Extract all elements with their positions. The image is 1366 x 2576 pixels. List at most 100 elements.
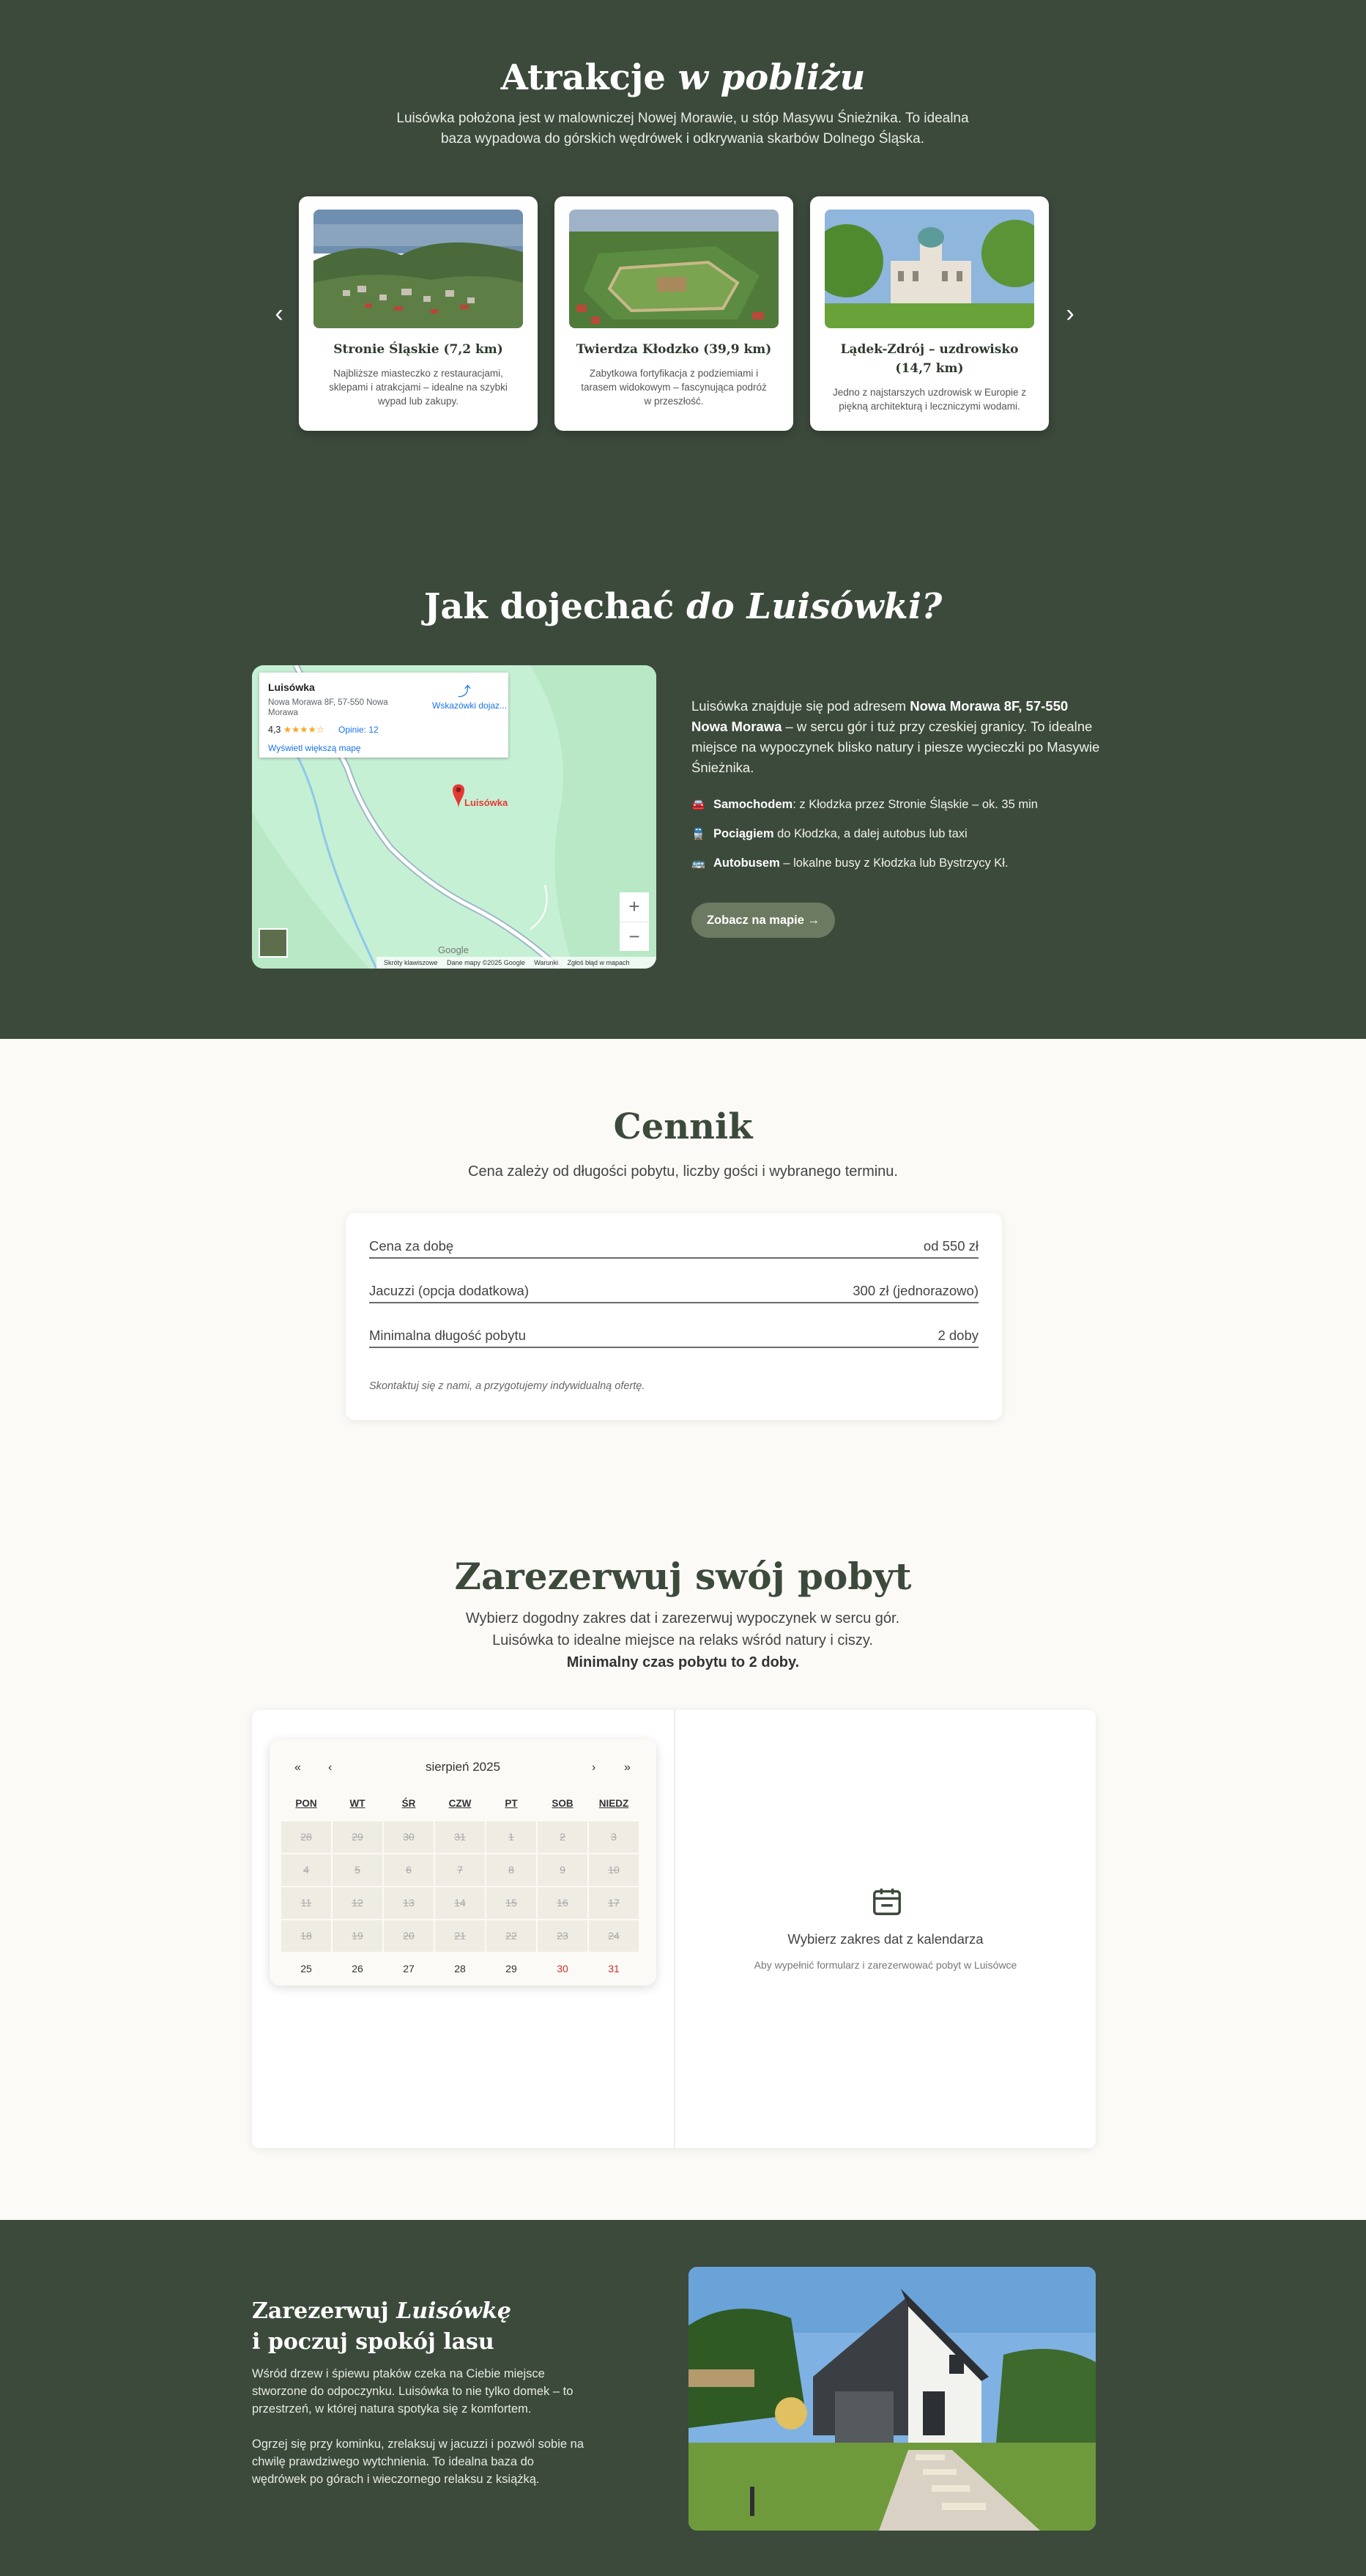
attraction-desc: Najbliższe miasteczko z restauracjami, s… — [329, 368, 508, 407]
booking-subtitle-line-2: Luisówka to idealne miejsce na relaks wś… — [492, 1632, 873, 1648]
transport-label: Samochodem — [713, 798, 793, 811]
weekday-label: SOB — [552, 1798, 574, 1809]
map-footer-data: Dane mapy ©2025 Google — [447, 959, 525, 966]
transport-car: 🚘 Samochodem: z Kłodzka przez Stronie Ślą… — [691, 796, 1102, 814]
pricing-title: Cennik — [613, 1106, 753, 1147]
attraction-desc: Jedno z najstarszych uzdrowisk w Europie… — [832, 387, 1027, 412]
transport-text: do Kłodzka, a dalej autobus lub taxi — [773, 827, 968, 840]
transport-label: Pociągiem — [713, 827, 774, 840]
carousel-next-button[interactable]: › — [1059, 299, 1081, 328]
map-footer-report[interactable]: Zgłoś błąd w mapach — [567, 959, 629, 966]
train-icon: 🚆 — [691, 828, 705, 840]
attraction-card-klodzko[interactable]: Twierdza Kłodzko (39,9 km) Zabytkowa for… — [554, 196, 793, 431]
attraction-card-stronie[interactable]: Stronie Śląskie (7,2 km) Najbliższe mias… — [299, 196, 538, 431]
pricing-subtitle: Cena zależy od długości pobytu, liczby g… — [468, 1163, 898, 1180]
attractions-title-em: w pobliżu — [678, 57, 866, 98]
weekday-label: PON — [295, 1798, 317, 1809]
chevron-right-icon: › — [1066, 300, 1074, 327]
embedded-map[interactable]: Luisówka Luisówka Nowa Morawa 8F, 57-550… — [252, 665, 656, 969]
map-pin-label: Luisówka — [464, 797, 508, 808]
map-rating: 4,3 ★★★★☆ — [268, 724, 324, 735]
cta-section: Zarezerwuj Luisówkę i poczuj spokój lasu… — [0, 2220, 1366, 2576]
map-zoom-out-button[interactable]: − — [620, 922, 649, 951]
price-value: 300 zł (jednorazowo) — [853, 1283, 979, 1298]
view-on-map-button[interactable]: Zobacz na mapie → — [691, 903, 835, 938]
weekday-label: CZW — [448, 1798, 472, 1809]
calendar-day: 10 — [589, 1854, 639, 1886]
calendar-day[interactable]: 25 — [281, 1953, 331, 1985]
booking-min-stay: Minimalny czas pobytu to 2 doby. — [566, 1654, 800, 1670]
map-place-name: Luisówka — [268, 681, 315, 693]
attractions-section: Atrakcje w pobliżu Luisówka położona jes… — [0, 0, 1366, 1039]
map-footer-shortcuts[interactable]: Skróty klawiszowe — [384, 959, 438, 966]
attractions-title-main: Atrakcje — [500, 57, 666, 98]
attractions-title: Atrakcje w pobliżu — [0, 57, 1366, 98]
map-footer-terms[interactable]: Warunki — [534, 959, 558, 966]
calendar-day: 19 — [333, 1920, 382, 1952]
calendar-next-year-button[interactable]: » — [624, 1761, 631, 1774]
booking-divider — [674, 1710, 675, 2148]
attraction-image-klodzko — [569, 210, 779, 328]
calendar-day: 16 — [538, 1887, 587, 1919]
cta-title-em: Luisówkę — [396, 2298, 512, 2324]
calendar-day: 28 — [281, 1821, 331, 1853]
calendar-icon — [873, 1888, 901, 1915]
directions-text: Luisówka znajduje się pod adresem Nowa M… — [691, 696, 1102, 778]
calendar-day: 29 — [333, 1821, 382, 1853]
price-row: Minimalna długość pobytu 2 doby — [369, 1326, 979, 1348]
map-directions-link[interactable]: Wskazówki dojaz... — [432, 700, 507, 711]
directions-text-pre: Luisówka znajduje się pod adresem — [691, 698, 910, 714]
select-dates-subtitle: Aby wypełnić formularz i zarezerwować po… — [754, 1959, 1017, 1971]
calendar-day: 15 — [486, 1887, 536, 1919]
directions-title-em: do Luisówki? — [686, 586, 943, 627]
price-value: 2 doby — [938, 1328, 979, 1343]
google-logo: Google — [438, 944, 469, 955]
pricing-card: Cena za dobę od 550 zł Jacuzzi (opcja do… — [346, 1213, 1002, 1420]
map-larger-link[interactable]: Wyświetl większą mapę — [268, 743, 361, 753]
calendar-day: 12 — [333, 1887, 382, 1919]
price-value: od 550 zł — [923, 1238, 979, 1254]
map-reviews-link[interactable]: Opinie: 12 — [338, 725, 379, 735]
calendar-day: 31 — [435, 1821, 485, 1853]
attraction-title: Twierdza Kłodzko (39,9 km) — [576, 342, 772, 357]
attraction-image-ladek — [825, 210, 1034, 328]
attraction-card-ladek[interactable]: Lądek-Zdrój – uzdrowisko (14,7 km) Jedno… — [810, 196, 1049, 431]
calendar-day[interactable]: 26 — [333, 1953, 382, 1985]
calendar-day[interactable]: 28 — [435, 1953, 485, 1985]
pricing-note: Skontaktuj się z nami, a przygotujemy in… — [369, 1380, 645, 1392]
calendar-day: 22 — [486, 1920, 536, 1952]
transport-bus: 🚌 Autobusem – lokalne busy z Kłodzka lub … — [691, 854, 1102, 873]
calendar-day[interactable]: 27 — [384, 1953, 434, 1985]
calendar-day: 20 — [384, 1920, 434, 1952]
price-label: Cena za dobę — [369, 1238, 454, 1254]
calendar-day: 7 — [435, 1854, 485, 1886]
transport-label: Autobusem — [713, 856, 780, 870]
directions-title: Jak dojechać do Luisówki? — [0, 586, 1366, 627]
calendar: « ‹ sierpień 2025 › » PON WT ŚR CZW PT S… — [270, 1739, 656, 1985]
map-zoom-in-button[interactable]: + — [620, 892, 649, 922]
calendar-day: 21 — [435, 1920, 485, 1952]
calendar-month-label: sierpień 2025 — [425, 1760, 501, 1774]
cta-paragraph-1: Wśród drzew i śpiewu ptaków czeka na Cie… — [252, 2367, 574, 2416]
chevron-left-icon: ‹ — [275, 300, 283, 327]
weekday-label: PT — [505, 1798, 518, 1809]
attraction-desc: Zabytkowa fortyfikacja z podziemiami i t… — [581, 368, 767, 407]
rating-stars-icon: ★★★★☆ — [283, 725, 324, 735]
attraction-title: Stronie Śląskie (7,2 km) — [333, 342, 503, 357]
transport-text: : z Kłodzka przez Stronie Śląskie – ok. … — [792, 798, 1038, 811]
calendar-day[interactable]: 30 — [538, 1953, 587, 1985]
map-footer: Skróty klawiszowe Dane mapy ©2025 Google… — [376, 957, 656, 969]
transport-text: – lokalne busy z Kłodzka lub Bystrzycy K… — [779, 856, 1009, 870]
directions-title-main: Jak dojechać — [423, 586, 675, 627]
calendar-day[interactable]: 31 — [589, 1953, 639, 1985]
price-row: Jacuzzi (opcja dodatkowa) 300 zł (jednor… — [369, 1281, 979, 1303]
calendar-day[interactable]: 29 — [486, 1953, 536, 1985]
price-row: Cena za dobę od 550 zł — [369, 1237, 979, 1259]
booking-panel: « ‹ sierpień 2025 › » PON WT ŚR CZW PT S… — [252, 1710, 1096, 2148]
calendar-day: 6 — [384, 1854, 434, 1886]
calendar-next-month-button[interactable]: › — [592, 1761, 595, 1774]
calendar-day: 2 — [538, 1821, 587, 1853]
weekday-label: ŚR — [401, 1798, 416, 1809]
directions-icon[interactable]: ⤴ — [457, 681, 472, 699]
carousel-prev-button[interactable]: ‹ — [268, 299, 290, 328]
